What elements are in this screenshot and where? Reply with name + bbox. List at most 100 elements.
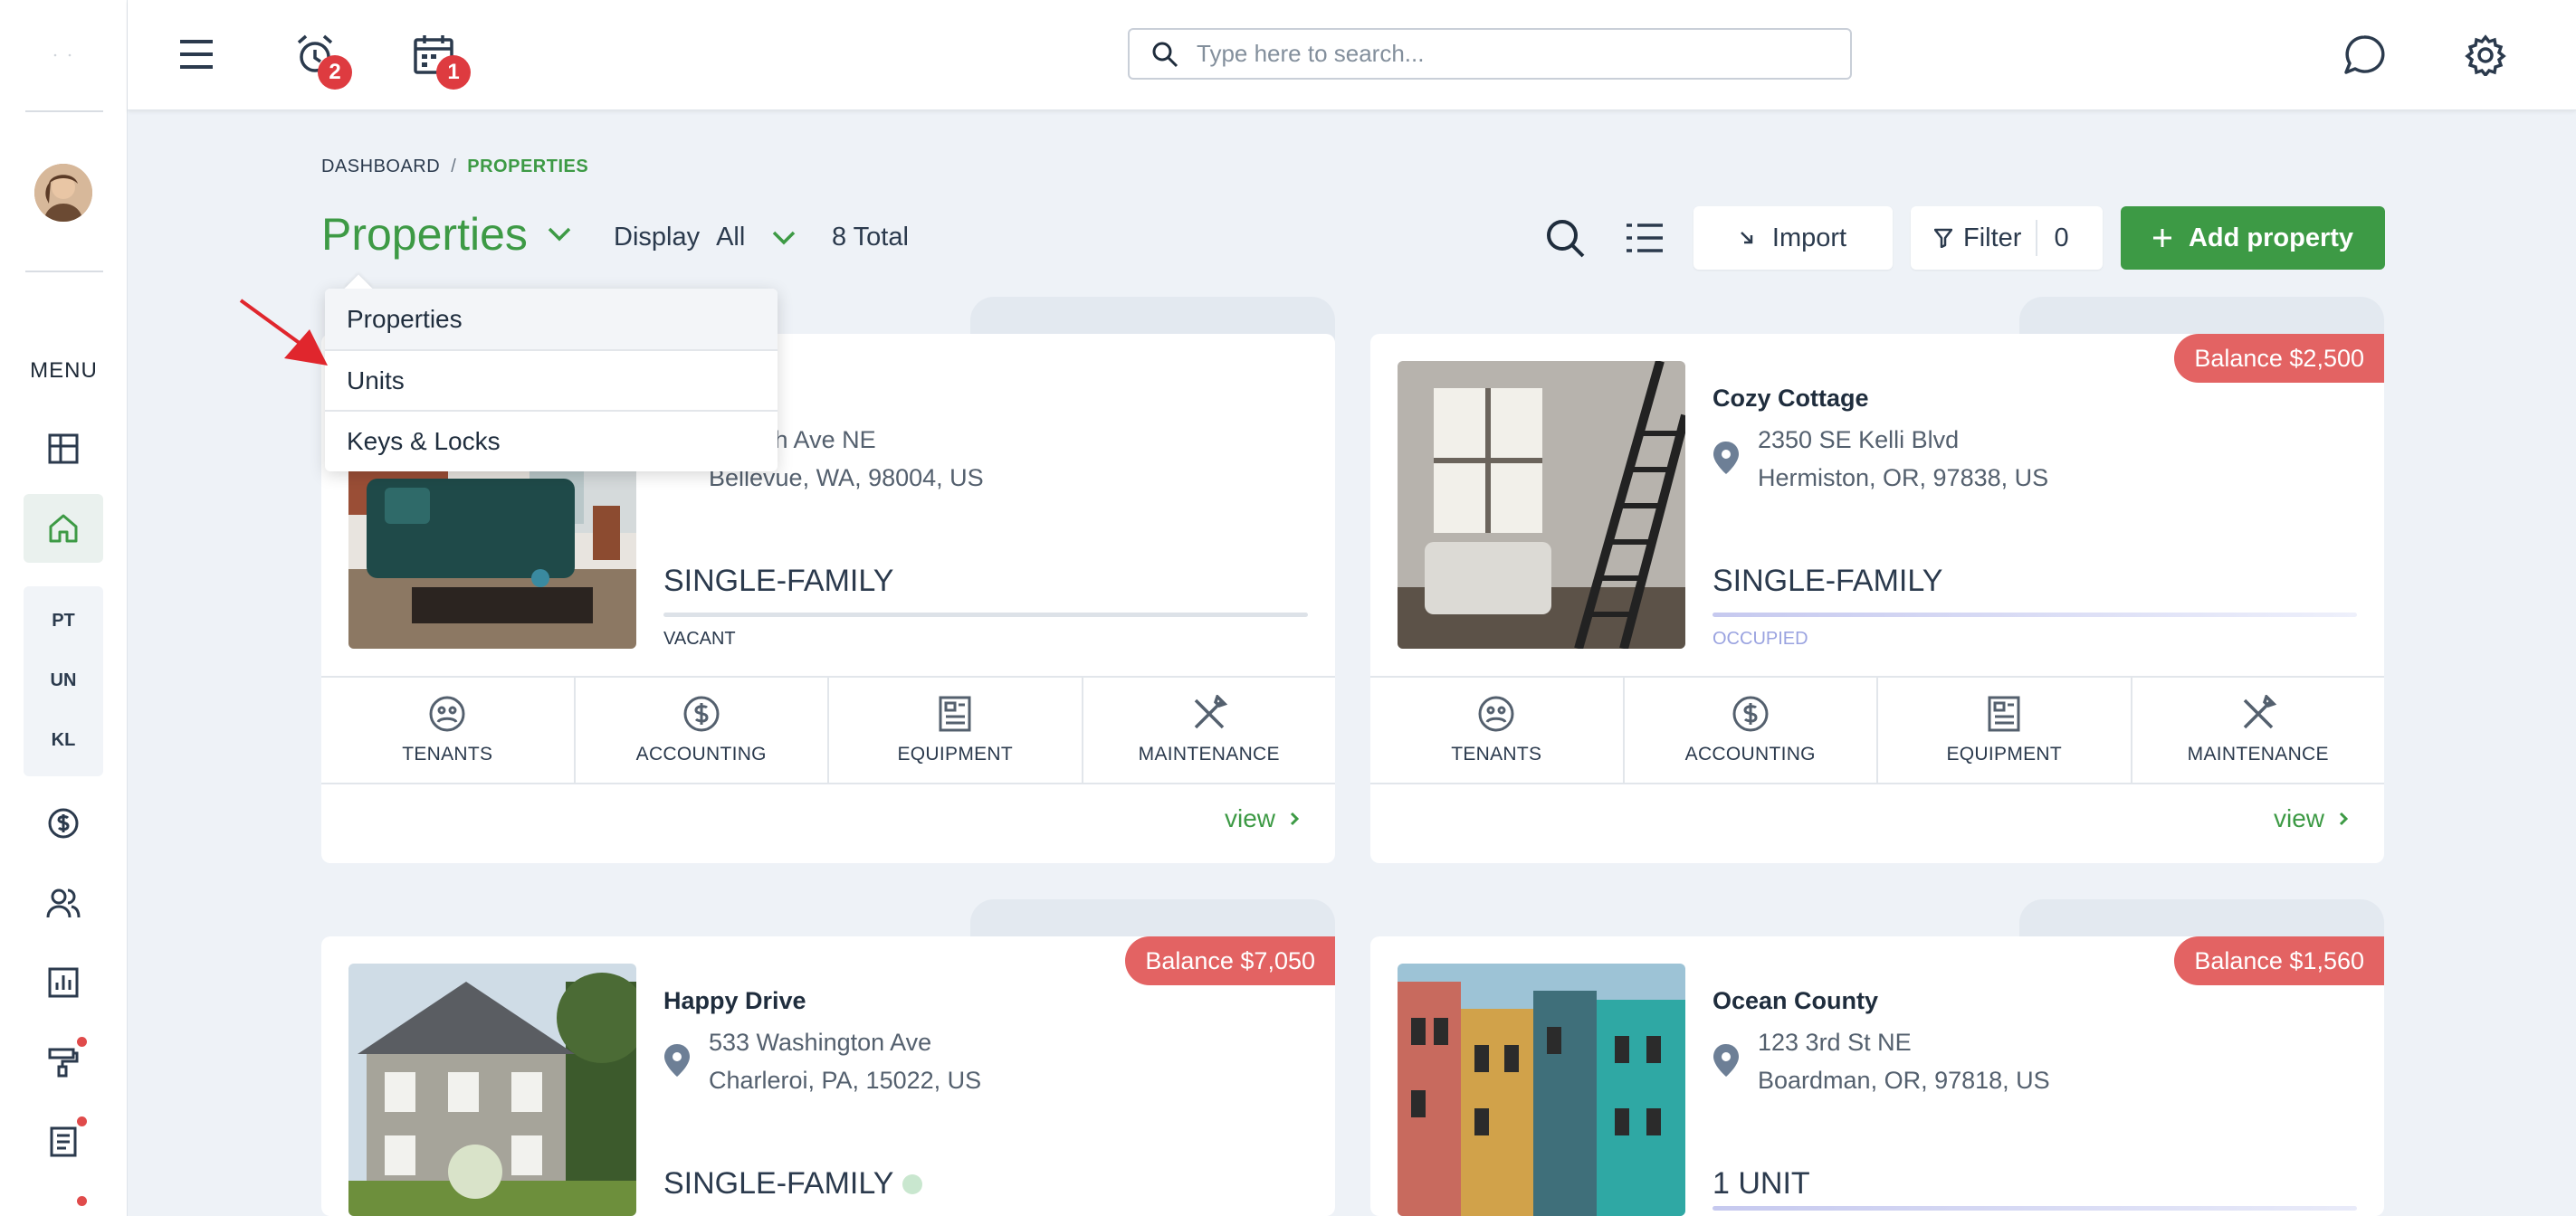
chat-icon[interactable]: [2340, 31, 2389, 80]
location-pin-icon: [1713, 441, 1740, 475]
property-photo[interactable]: [1398, 964, 1685, 1216]
hamburger-menu-icon[interactable]: [175, 33, 218, 76]
maintenance-label: MAINTENANCE: [2187, 744, 2329, 765]
equipment-action[interactable]: EQUIPMENT: [1878, 678, 2132, 783]
maintenance-action[interactable]: MAINTENANCE: [1083, 678, 1336, 783]
balance-badge: Balance $1,560: [2174, 936, 2384, 985]
add-property-button[interactable]: Add property: [2121, 206, 2385, 270]
calendar-badge: 1: [436, 55, 471, 90]
filter-divider: [2036, 220, 2038, 256]
chevron-right-icon: [1290, 812, 1299, 826]
view-link[interactable]: view: [2274, 804, 2348, 833]
property-card[interactable]: Balance $7,050 Happy Drive 533 Washingto…: [321, 936, 1335, 1216]
sidebar: MENU PT UN KL: [0, 0, 128, 1216]
dropdown-item-keys-locks[interactable]: Keys & Locks: [325, 410, 778, 470]
dropdown-item-properties[interactable]: Properties: [325, 289, 778, 349]
address-line-2: Hermiston, OR, 97838, US: [1758, 464, 2049, 491]
top-bar: 2 1: [128, 0, 2576, 110]
properties-home-icon[interactable]: [24, 494, 103, 563]
import-label: Import: [1771, 223, 1847, 252]
accounting-action[interactable]: ACCOUNTING: [1625, 678, 1878, 783]
total-count: 8 Total: [832, 223, 909, 252]
list-view-icon[interactable]: [1622, 212, 1667, 264]
status-dot: [902, 1173, 923, 1194]
property-address: 123 3rd St NE Boardman, OR, 97818, US: [1758, 1023, 2050, 1099]
view-link[interactable]: view: [1225, 804, 1299, 833]
property-type: SINGLE-FAMILY: [1713, 564, 1943, 598]
tenants-label: TENANTS: [402, 744, 493, 765]
location-pin-icon: [663, 1043, 691, 1078]
equipment-action[interactable]: EQUIPMENT: [829, 678, 1083, 783]
address-line-1: 123 3rd St NE: [1758, 1029, 1912, 1056]
card-actions: TENANTS ACCOUNTING EQUIPMENT MAINTENANCE: [321, 676, 1335, 784]
search-box[interactable]: [1128, 28, 1852, 80]
import-button[interactable]: Import: [1693, 206, 1893, 270]
filter-label: Filter: [1963, 223, 2022, 252]
accounting-action[interactable]: ACCOUNTING: [576, 678, 829, 783]
annotation-arrow-icon: [237, 297, 337, 369]
display-filter[interactable]: Display All: [614, 223, 796, 252]
location-pin-icon: [1713, 1043, 1740, 1078]
avatar[interactable]: [34, 164, 92, 222]
add-property-label: Add property: [2188, 223, 2354, 252]
sidebar-item-un[interactable]: UN: [24, 670, 103, 691]
breadcrumb-dashboard[interactable]: DASHBOARD: [321, 157, 440, 176]
filter-count: 0: [2054, 223, 2069, 252]
search-input[interactable]: [1197, 40, 1830, 68]
occupancy-bar: [1713, 613, 2357, 617]
property-address: 2350 SE Kelli Blvd Hermiston, OR, 97838,…: [1758, 421, 2048, 497]
property-photo[interactable]: [348, 964, 636, 1216]
property-type: SINGLE-FAMILY: [663, 1166, 894, 1201]
search-icon[interactable]: [1542, 212, 1588, 264]
breadcrumb-current: PROPERTIES: [467, 157, 589, 176]
property-photo[interactable]: [1398, 361, 1685, 649]
page-title-dropdown[interactable]: Properties: [321, 208, 571, 261]
tenants-action[interactable]: TENANTS: [321, 678, 576, 783]
reports-icon[interactable]: [40, 959, 87, 1006]
notification-dot: [77, 1116, 87, 1126]
chevron-down-icon: [548, 227, 571, 242]
property-name[interactable]: Happy Drive: [663, 987, 806, 1015]
dropdown-item-units[interactable]: Units: [325, 349, 778, 410]
filter-funnel-icon: [1934, 228, 1952, 248]
properties-dropdown-menu: Properties Units Keys & Locks: [325, 274, 778, 471]
chevron-down-icon: [772, 231, 796, 245]
plus-icon: [2152, 228, 2172, 248]
settings-gear-icon[interactable]: [2461, 31, 2510, 80]
dashboard-icon[interactable]: [40, 425, 87, 472]
occupancy-bar: [663, 613, 1308, 617]
property-type-row: SINGLE-FAMILY: [663, 1166, 923, 1202]
equipment-label: EQUIPMENT: [897, 744, 1014, 765]
page-title: Properties: [321, 209, 528, 260]
property-status: OCCUPIED: [1713, 629, 1808, 649]
sidebar-item-pt[interactable]: PT: [24, 611, 103, 632]
display-value: All: [716, 223, 746, 252]
tenants-action[interactable]: TENANTS: [1370, 678, 1625, 783]
property-type: 1 UNIT: [1713, 1166, 1810, 1201]
accounting-label: ACCOUNTING: [1684, 744, 1816, 765]
logo-icon[interactable]: [52, 52, 72, 58]
people-icon[interactable]: [40, 879, 87, 926]
property-address: 533 Washington Ave Charleroi, PA, 15022,…: [709, 1023, 981, 1099]
accounting-label: ACCOUNTING: [635, 744, 767, 765]
chevron-right-icon: [2339, 812, 2348, 826]
balance-badge: Balance $7,050: [1125, 936, 1335, 985]
menu-label: MENU: [30, 358, 98, 383]
property-card[interactable]: Balance $2,500 Cozy Cottage 2350 SE Kell…: [1370, 334, 2384, 863]
property-status: VACANT: [663, 629, 736, 649]
notification-dot: [77, 1196, 87, 1206]
maintenance-label: MAINTENANCE: [1138, 744, 1280, 765]
display-label: Display: [614, 223, 701, 252]
accounting-icon[interactable]: [40, 800, 87, 847]
maintenance-action[interactable]: MAINTENANCE: [2132, 678, 2385, 783]
sidebar-item-kl[interactable]: KL: [24, 730, 103, 751]
property-type: SINGLE-FAMILY: [663, 564, 894, 598]
property-card[interactable]: Balance $1,560 Ocean County 123 3rd St N…: [1370, 936, 2384, 1216]
property-name[interactable]: Ocean County: [1713, 987, 1878, 1015]
import-arrow-icon: [1740, 231, 1754, 245]
property-name[interactable]: Cozy Cottage: [1713, 385, 1869, 413]
balance-badge: Balance $2,500: [2174, 334, 2384, 383]
notification-dot: [77, 1037, 87, 1047]
breadcrumb: DASHBOARD / PROPERTIES: [321, 157, 588, 177]
filter-button[interactable]: Filter 0: [1911, 206, 2103, 270]
